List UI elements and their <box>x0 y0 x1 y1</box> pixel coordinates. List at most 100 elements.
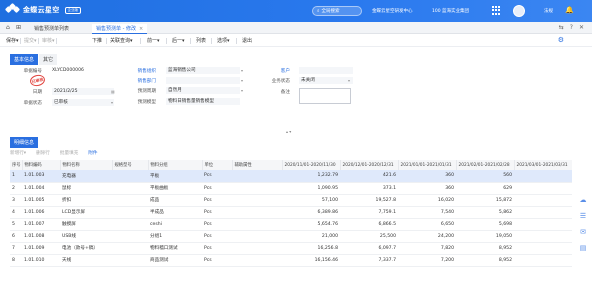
cell-unit[interactable]: Pcs <box>202 170 232 183</box>
cell-value[interactable]: 629 <box>456 182 514 195</box>
memo-field[interactable] <box>299 88 351 104</box>
cell-unit[interactable]: Pcs <box>202 218 232 231</box>
cell-code[interactable]: 1.01.004 <box>22 182 60 195</box>
cell-value[interactable]: 16,020 <box>398 194 456 207</box>
cell-group[interactable]: 平板曲板 <box>148 182 202 195</box>
tab-sales-forecast-list[interactable]: 销售预测单列表 <box>30 24 73 34</box>
submit-button[interactable]: 提交▾ <box>24 37 37 44</box>
attachment-button[interactable]: 附件 <box>88 150 97 156</box>
cell-name[interactable]: 折扣 <box>60 194 112 207</box>
table-row[interactable]: 7 1.01.009 电池（款号+稿） 物料稽口测试 Pcs 16,256.8 … <box>10 242 572 255</box>
bell-icon[interactable]: 🔔 <box>565 6 574 14</box>
cell-value[interactable]: 373.1 <box>340 182 398 195</box>
next-button[interactable]: 后一▾ <box>172 37 185 44</box>
global-search[interactable]: ⌕ 全局搜索 <box>312 6 362 16</box>
col-seq[interactable]: 序号 <box>10 160 23 170</box>
col-period-5[interactable]: 2021/03/01-2021/03/31 <box>514 160 572 170</box>
chat-icon[interactable]: ✉ <box>580 228 586 236</box>
close-window-icon[interactable]: ✕ <box>579 24 584 31</box>
table-row[interactable]: 8 1.01.010 天线 商品测试 Pcs 16,156.46 7,337.7… <box>10 254 572 267</box>
cell-value[interactable] <box>514 170 572 183</box>
col-period-4[interactable]: 2021/02/01-2021/02/28 <box>456 160 515 170</box>
cell-spec[interactable] <box>112 254 148 267</box>
cell-value[interactable]: 5,698 <box>456 218 514 231</box>
help-icon[interactable]: ? <box>570 24 573 31</box>
org-switcher[interactable]: 100 蓝海实业集团 <box>432 8 469 14</box>
col-aux-attr[interactable]: 辅助属性 <box>232 160 283 170</box>
audit-button[interactable]: 审核▾ <box>42 37 55 44</box>
cell-spec[interactable] <box>112 194 148 207</box>
table-row[interactable]: 5 1.01.007 触摸屏 ceshi Pcs 5,654.76 6,866.… <box>10 218 572 231</box>
cell-value[interactable]: 57,100 <box>282 194 340 207</box>
cell-value[interactable]: 6,389.86 <box>282 206 340 219</box>
cell-spec[interactable] <box>112 218 148 231</box>
col-period-2[interactable]: 2020/12/01-2020/12/31 <box>340 160 399 170</box>
collapse-icon[interactable]: ▴ ▾ <box>286 129 291 134</box>
cell-code[interactable]: 1.01.009 <box>22 242 60 255</box>
cell-aux[interactable] <box>232 218 282 231</box>
home-icon[interactable]: ⌂ <box>6 24 10 31</box>
cell-value[interactable]: 16,156.46 <box>282 254 340 267</box>
sales-dept-field[interactable] <box>166 77 240 84</box>
cell-value[interactable]: 360 <box>398 182 456 195</box>
cell-value[interactable]: 7,337.7 <box>340 254 398 267</box>
cell-spec[interactable] <box>112 206 148 219</box>
calendar-icon[interactable]: ▦ <box>111 89 115 94</box>
cell-value[interactable]: 6,866.5 <box>340 218 398 231</box>
tab-detail-info[interactable]: 明细信息 <box>10 137 39 148</box>
center-switcher[interactable]: 金蝶云星空研发中心 <box>372 8 413 14</box>
document-icon[interactable]: ▤ <box>580 244 587 252</box>
cell-spec[interactable] <box>112 242 148 255</box>
customer-field[interactable] <box>299 67 353 74</box>
cell-value[interactable]: 19,527.8 <box>340 194 398 207</box>
cell-code[interactable]: 1.01.003 <box>22 170 60 183</box>
tab-sales-forecast-edit[interactable]: 销售预测单 - 修改 × <box>92 24 148 34</box>
cell-aux[interactable] <box>232 254 282 267</box>
cell-value[interactable] <box>514 254 572 267</box>
cell-unit[interactable]: Pcs <box>202 194 232 207</box>
cell-aux[interactable] <box>232 206 282 219</box>
close-icon[interactable]: × <box>139 26 143 32</box>
cell-value[interactable] <box>514 182 572 195</box>
options-button[interactable]: 选项▾ <box>217 37 230 44</box>
cell-value[interactable]: 19,050 <box>456 230 514 243</box>
app-grid-icon[interactable] <box>492 6 501 15</box>
save-button[interactable]: 保存▾ <box>6 37 19 44</box>
cell-code[interactable]: 1.01.007 <box>22 218 60 231</box>
cell-value[interactable]: 8,952 <box>456 254 514 267</box>
previous-button[interactable]: 前一▾ <box>147 37 160 44</box>
cell-name[interactable]: LCD显示屏 <box>60 206 112 219</box>
cell-code[interactable]: 1.01.008 <box>22 230 60 243</box>
cell-unit[interactable]: Pcs <box>202 242 232 255</box>
avatar[interactable] <box>513 5 525 17</box>
cell-value[interactable]: 16,256.8 <box>282 242 340 255</box>
chevron-down-icon[interactable]: ▾ <box>111 100 113 105</box>
cell-name[interactable]: USB线 <box>60 230 112 243</box>
cell-value[interactable] <box>514 206 572 219</box>
cell-aux[interactable] <box>232 230 282 243</box>
cell-unit[interactable]: Pcs <box>202 206 232 219</box>
cell-value[interactable]: 7,759.1 <box>340 206 398 219</box>
cell-aux[interactable] <box>232 170 282 183</box>
cell-name[interactable]: 电池（款号+稿） <box>60 242 112 255</box>
table-row[interactable]: 4 1.01.006 LCD显示屏 半成品 Pcs 6,389.86 7,759… <box>10 206 572 219</box>
cell-value[interactable]: 1,090.95 <box>282 182 340 195</box>
list-icon[interactable]: ☰ <box>580 212 586 220</box>
menu-grid-icon[interactable]: ⊞ <box>16 24 21 31</box>
chevron-down-icon[interactable]: ▾ <box>241 88 243 93</box>
table-row[interactable]: 2 1.01.004 鼠标 平板曲板 Pcs 1,090.95 373.1 36… <box>10 182 572 195</box>
cell-value[interactable]: 7,540 <box>398 206 456 219</box>
cell-aux[interactable] <box>232 182 282 195</box>
cell-value[interactable]: 25,500 <box>340 230 398 243</box>
cell-value[interactable]: 5,862 <box>456 206 514 219</box>
col-material-code[interactable]: 物料编码 <box>22 160 61 170</box>
cell-value[interactable]: 5,654.76 <box>282 218 340 231</box>
cell-code[interactable]: 1.01.010 <box>22 254 60 267</box>
cell-group[interactable]: 平板 <box>148 170 202 183</box>
cell-unit[interactable]: Pcs <box>202 254 232 267</box>
cell-value[interactable] <box>514 218 572 231</box>
cell-spec[interactable] <box>112 182 148 195</box>
cell-spec[interactable] <box>112 170 148 183</box>
biz-status-field[interactable]: 未关闭 <box>299 77 353 84</box>
cell-value[interactable]: 360 <box>398 170 456 183</box>
